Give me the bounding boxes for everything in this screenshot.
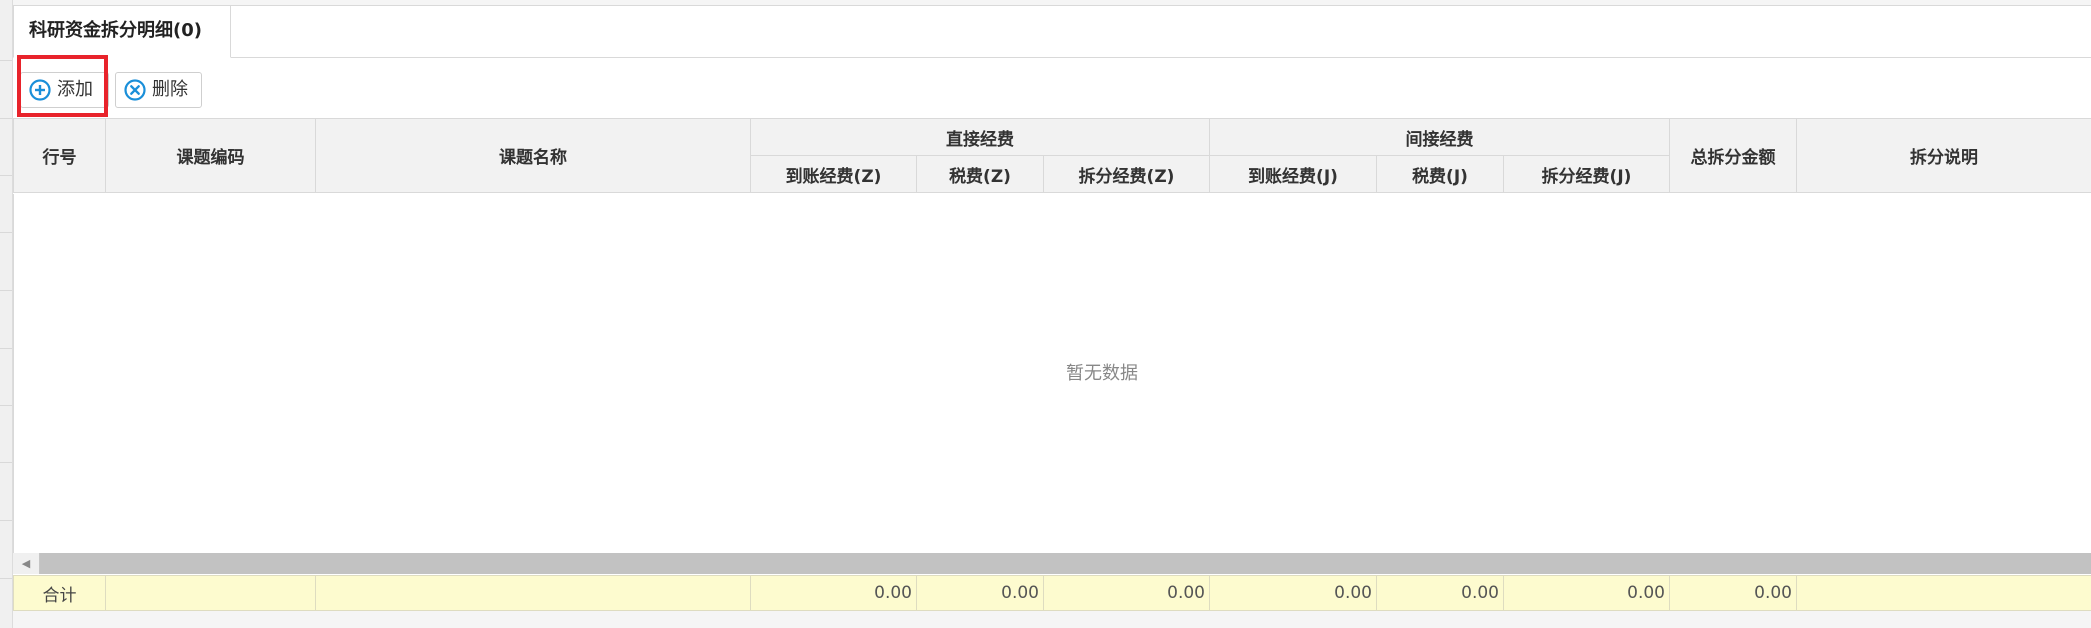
footer-indirect-tax: 0.00 [1376, 575, 1504, 611]
footer-total-split: 0.00 [1669, 575, 1797, 611]
column-header-indirect-tax[interactable]: 税费(J) [1376, 155, 1504, 193]
plus-circle-icon [29, 79, 51, 101]
footer-cell [1796, 575, 2091, 611]
scroll-left-arrow-icon[interactable]: ◀ [13, 553, 39, 574]
tab-bar: 科研资金拆分明细(0) [13, 5, 2091, 58]
delete-button-label: 删除 [152, 79, 188, 100]
left-edge-divider [0, 520, 12, 521]
left-edge-strip [0, 0, 13, 628]
footer-total-label: 合计 [13, 575, 106, 611]
split-detail-panel: 科研资金拆分明细(0) 添加 删除 行号 课题编码 课题名称 直接经费 间接经费… [13, 5, 2091, 611]
grid-footer-totals: 合计 0.00 0.00 0.00 0.00 0.00 0.00 0.00 [13, 575, 2091, 611]
footer-direct-split: 0.00 [1043, 575, 1210, 611]
column-header-subject-code[interactable]: 课题编码 [105, 118, 316, 193]
footer-cell [315, 575, 751, 611]
grid-body: 暂无数据 [13, 194, 2091, 553]
footer-direct-received: 0.00 [750, 575, 917, 611]
left-edge-divider [0, 405, 12, 406]
column-header-direct-received[interactable]: 到账经费(Z) [750, 155, 917, 193]
empty-state-text: 暂无数据 [1066, 363, 1138, 384]
scrollbar-thumb[interactable] [40, 553, 2091, 574]
column-header-split-note[interactable]: 拆分说明 [1796, 118, 2091, 193]
split-detail-grid: 行号 课题编码 课题名称 直接经费 间接经费 总拆分金额 拆分说明 到账经费(Z… [13, 118, 2091, 193]
column-header-subject-name[interactable]: 课题名称 [315, 118, 751, 193]
left-edge-divider [0, 232, 12, 233]
footer-cell [105, 575, 316, 611]
left-edge-divider [0, 175, 12, 176]
toolbar: 添加 删除 [13, 58, 2091, 114]
delete-button[interactable]: 删除 [115, 72, 202, 108]
left-edge-divider [0, 462, 12, 463]
column-header-direct-tax[interactable]: 税费(Z) [916, 155, 1044, 193]
left-edge-divider [0, 118, 12, 119]
column-header-direct-split[interactable]: 拆分经费(Z) [1043, 155, 1210, 193]
x-circle-icon [124, 79, 146, 101]
footer-indirect-received: 0.00 [1209, 575, 1377, 611]
column-header-total-split[interactable]: 总拆分金额 [1669, 118, 1797, 193]
tab-label: 科研资金拆分明细(0) [29, 20, 202, 41]
column-group-indirect-funds: 间接经费 [1209, 118, 1670, 156]
left-edge-divider [0, 348, 12, 349]
add-button[interactable]: 添加 [20, 72, 109, 108]
grid-header: 行号 课题编码 课题名称 直接经费 间接经费 总拆分金额 拆分说明 到账经费(Z… [13, 118, 2091, 193]
horizontal-scrollbar[interactable]: ◀ [13, 553, 2091, 574]
footer-direct-tax: 0.00 [916, 575, 1044, 611]
column-group-direct-funds: 直接经费 [750, 118, 1210, 156]
add-button-label: 添加 [57, 79, 93, 100]
tab-research-fund-split-detail[interactable]: 科研资金拆分明细(0) [13, 5, 231, 58]
column-header-indirect-received[interactable]: 到账经费(J) [1209, 155, 1377, 193]
footer-indirect-split: 0.00 [1503, 575, 1670, 611]
column-header-row-no[interactable]: 行号 [13, 118, 106, 193]
column-header-indirect-split[interactable]: 拆分经费(J) [1503, 155, 1670, 193]
left-edge-divider [0, 290, 12, 291]
left-edge-divider [0, 578, 12, 579]
left-edge-divider [0, 60, 12, 61]
